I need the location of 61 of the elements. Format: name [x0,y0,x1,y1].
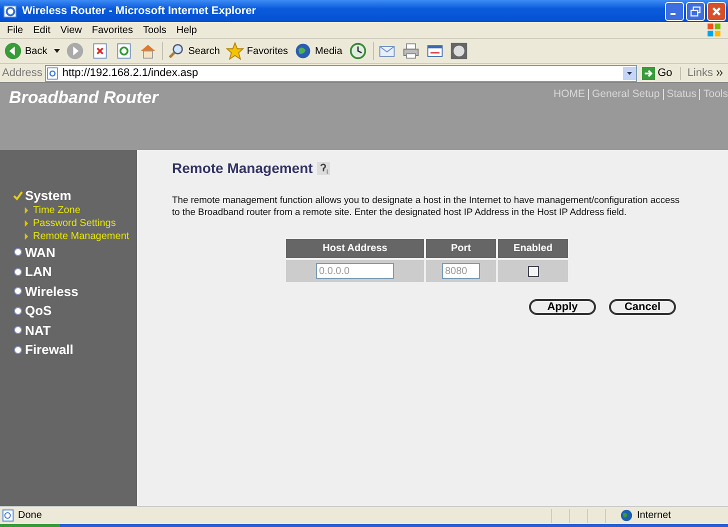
menu-item[interactable]: Tools [138,24,172,36]
nav-item[interactable]: QoS [25,303,52,318]
go-arrow-icon [642,66,655,80]
media-button[interactable]: Media [294,42,344,60]
windows-flag-icon [706,22,722,38]
menu-item[interactable]: Favorites [86,24,138,36]
mail-icon[interactable] [373,42,396,60]
search-icon [167,42,186,60]
enabled-checkbox[interactable] [528,266,538,277]
search-button[interactable]: Search [162,42,222,60]
column-header: Host Address [286,239,424,258]
go-button[interactable]: Go [640,66,682,80]
subnav-item[interactable]: Time Zone [33,204,80,216]
back-button[interactable]: Back [4,42,62,60]
subnav-item[interactable]: Password Settings [33,218,116,228]
address-field[interactable]: http://192.168.2.1/index.asp [45,64,637,82]
column-header: Enabled [498,239,568,258]
form-button[interactable]: Cancel [609,299,676,315]
minimize-button[interactable] [665,2,684,20]
menu-item[interactable]: Help [171,24,202,36]
edit-icon[interactable] [426,42,444,60]
stop-icon[interactable] [91,42,110,60]
nav-item[interactable]: Firewall [25,342,74,358]
refresh-icon[interactable] [115,42,134,60]
home-icon[interactable] [139,42,158,60]
browser-icon [3,4,18,18]
favorites-button[interactable]: Favorites [226,42,290,60]
zone-indicator: Internet [605,508,728,522]
page-icon [2,509,15,522]
window-title: Wireless Router - Microsoft Internet Explorer [22,5,258,17]
close-icon [711,6,722,16]
status-text: Done [18,510,42,521]
chevron-icon [716,70,723,76]
printer-icon[interactable] [402,42,420,60]
star-icon [226,42,244,60]
minimize-icon [670,13,676,15]
form-button[interactable]: Apply [529,299,596,315]
links-button[interactable]: Links [684,67,726,79]
caret-icon [54,49,60,53]
maximize-button[interactable] [686,2,705,20]
page-icon [46,66,60,80]
help-icon[interactable] [316,162,330,174]
nav-item[interactable]: WAN [25,244,56,260]
menu-item[interactable]: View [55,24,87,36]
menu-item[interactable]: File [2,24,28,36]
page-title: Remote Management [172,160,313,176]
brand-title: Broadband Router [9,88,158,108]
restore-icon [690,6,701,16]
address-label: Address [2,67,42,79]
globe-icon [620,509,633,522]
description-text: The remote management function allows you to designate a host in the Internet to have management/configuration access to the Broadband router from a remote site. Enter the designated host IP Address in the Host IP Address field. [172,194,681,218]
globe-icon [294,42,312,60]
nav-item[interactable]: NAT [25,322,51,338]
nav-item[interactable]: LAN [25,264,52,280]
history-icon[interactable] [349,42,368,60]
column-header: Port [426,239,496,258]
subnav-item[interactable]: Remote Management [33,230,130,242]
nav-item[interactable]: Wireless [25,284,78,299]
menu-item[interactable]: Edit [28,24,56,36]
nav-item[interactable]: System [25,188,72,204]
close-button[interactable] [707,2,726,20]
